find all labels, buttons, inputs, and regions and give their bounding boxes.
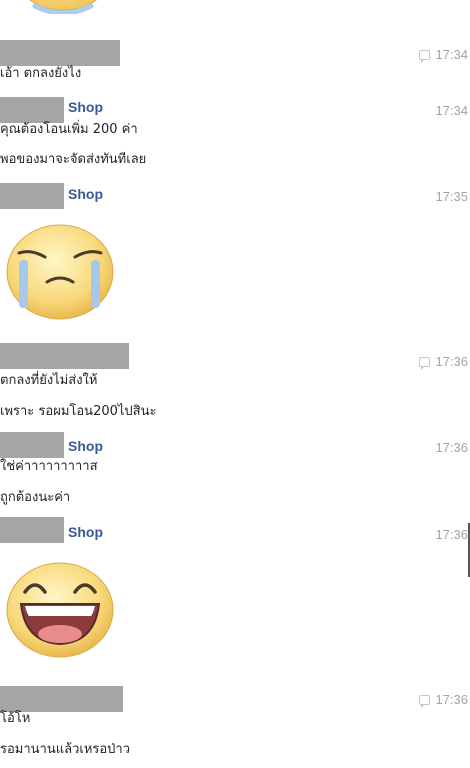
message-timestamp: 17:35 <box>435 189 468 204</box>
redacted-sender-name <box>0 432 64 458</box>
message-text: ตกลงที่ยังไม่ส่งให้ <box>0 373 98 388</box>
partial-sticker <box>28 0 98 14</box>
laughing-face-sticker[interactable] <box>5 560 117 660</box>
message-text: เพราะ รอผมโอน200ไปสินะ <box>0 404 157 419</box>
message-text: คุณต้องโอนเพิ่ม 200 ค่า <box>0 122 138 137</box>
seen-icon <box>419 50 431 63</box>
message-timestamp: 17:36 <box>435 440 468 455</box>
sender-shop-label[interactable]: Shop <box>68 438 103 454</box>
message-text: เอ้า ตกลงยังไง <box>0 66 82 81</box>
message-timestamp: 17:36 <box>419 692 468 708</box>
sender-shop-label[interactable]: Shop <box>68 524 103 540</box>
sender-shop-label[interactable]: Shop <box>68 99 103 115</box>
message-text: รอมานานแล้วเหรอป่าว <box>0 742 131 757</box>
message-timestamp: 17:34 <box>419 47 468 63</box>
redacted-sender-name <box>0 517 64 543</box>
seen-icon <box>419 695 431 708</box>
redacted-sender-name <box>0 343 129 369</box>
message-timestamp: 17:34 <box>435 103 468 118</box>
sender-shop-label[interactable]: Shop <box>68 186 103 202</box>
redacted-sender-name <box>0 97 64 123</box>
redacted-sender-name <box>0 183 64 209</box>
redacted-sender-name <box>0 686 123 712</box>
message-text: พอของมาจะจัดส่งทันทีเลย <box>0 152 147 167</box>
crying-face-sticker[interactable] <box>5 222 117 322</box>
message-text: ใช่ค่าาาาาาาาาส <box>0 459 98 474</box>
redacted-sender-name <box>0 40 120 66</box>
message-timestamp: 17:36 <box>435 527 468 542</box>
message-text: ถูกต้องนะค่า <box>0 490 71 505</box>
message-timestamp: 17:36 <box>419 354 468 370</box>
seen-icon <box>419 357 431 370</box>
message-text: โอ้โห <box>0 711 31 726</box>
